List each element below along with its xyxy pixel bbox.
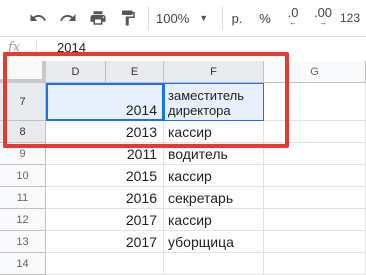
cell-job[interactable]: уборщица <box>164 231 264 253</box>
row-header[interactable]: 13 <box>0 231 46 253</box>
cell-year[interactable]: 2015 <box>46 165 164 187</box>
cell-job[interactable]: водитель <box>164 143 264 165</box>
cell-empty[interactable] <box>264 143 366 165</box>
cell-year[interactable]: 2017 <box>46 231 164 253</box>
row-header[interactable]: 14 <box>0 253 46 275</box>
increase-decimal-label: .00 <box>313 5 333 20</box>
row-header[interactable]: 10 <box>0 165 46 187</box>
undo-icon[interactable] <box>26 6 50 30</box>
cell-year[interactable]: 2013 <box>46 121 164 143</box>
cell-empty[interactable] <box>264 165 366 187</box>
cell-job[interactable]: заместитель директора <box>164 83 264 121</box>
toolbar-separator <box>222 6 223 30</box>
row-header[interactable]: 12 <box>0 209 46 231</box>
cell-year[interactable]: 2014 <box>46 83 164 121</box>
row-header[interactable]: 7 <box>0 83 46 121</box>
cell-empty[interactable] <box>264 83 366 121</box>
increase-decimal-button[interactable]: .00 → <box>310 6 336 30</box>
cell-empty[interactable] <box>264 209 366 231</box>
formula-input[interactable]: 2014 <box>57 40 86 55</box>
currency-format-button[interactable]: р. <box>226 6 248 30</box>
paint-format-icon[interactable] <box>116 6 140 30</box>
cell-year[interactable]: 2016 <box>46 187 164 209</box>
cell-empty[interactable] <box>264 231 366 253</box>
cell-empty[interactable] <box>264 253 366 275</box>
row-header[interactable]: 9 <box>0 143 46 165</box>
column-header-f[interactable]: F <box>164 61 264 83</box>
zoom-select[interactable]: 100% ▼ <box>156 6 222 30</box>
formula-separator <box>36 40 37 58</box>
chevron-down-icon: ▼ <box>199 13 209 23</box>
arrow-right-icon: → <box>319 18 327 27</box>
zoom-value: 100% <box>156 10 190 26</box>
column-header-g[interactable]: G <box>264 61 366 83</box>
decrease-decimal-label: .0 <box>287 5 299 20</box>
cell-job[interactable]: кассир <box>164 209 264 231</box>
toolbar-separator <box>148 6 149 30</box>
more-formats-button[interactable]: 123 <box>340 6 366 30</box>
row-header[interactable]: 8 <box>0 121 46 143</box>
currency-label: р. <box>231 10 243 26</box>
cell-year[interactable]: 2017 <box>46 209 164 231</box>
cell-job[interactable] <box>164 253 264 275</box>
toolbar: 100% ▼ р. % .0 ← .00 → 123 <box>0 0 366 36</box>
cell-empty[interactable] <box>264 187 366 209</box>
cell-job[interactable]: секретарь <box>164 187 264 209</box>
redo-icon[interactable] <box>56 6 80 30</box>
spreadsheet-grid: D E F G 7 2014 заместитель директора 8 2… <box>0 61 366 275</box>
cell-job[interactable]: кассир <box>164 165 264 187</box>
cell-year[interactable]: 2011 <box>46 143 164 165</box>
percent-label: % <box>259 10 271 26</box>
cell-empty[interactable] <box>264 121 366 143</box>
formula-bar: fx 2014 <box>0 36 366 62</box>
decrease-decimal-button[interactable]: .0 ← <box>282 6 304 30</box>
select-all-corner[interactable] <box>0 61 46 83</box>
fx-icon: fx <box>8 40 21 55</box>
column-header-d[interactable]: D <box>46 61 106 83</box>
print-icon[interactable] <box>86 6 110 30</box>
percent-format-button[interactable]: % <box>254 6 276 30</box>
cell-job[interactable]: кассир <box>164 121 264 143</box>
row-header[interactable]: 11 <box>0 187 46 209</box>
cell-year[interactable] <box>46 253 164 275</box>
column-header-e[interactable]: E <box>106 61 164 83</box>
arrow-left-icon: ← <box>289 18 297 27</box>
more-formats-label: 123 <box>340 11 361 25</box>
